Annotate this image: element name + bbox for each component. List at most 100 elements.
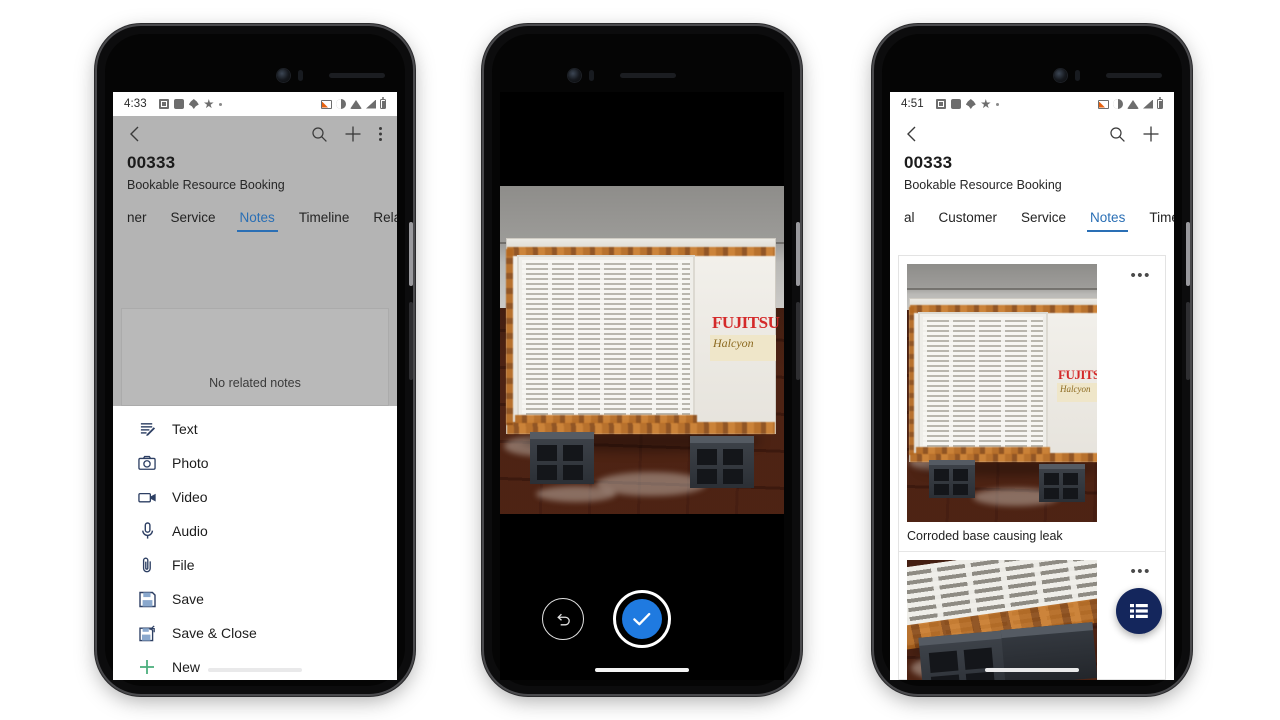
- action-item-label: Audio: [172, 523, 208, 539]
- search-button[interactable]: [1109, 126, 1126, 143]
- phone-left-screen: 4:33 00333 Bookable Resource Booking ner…: [113, 92, 397, 680]
- riser-hole: [930, 674, 961, 680]
- status-bar-right: 4:51: [890, 92, 1174, 116]
- wifi-icon: [350, 99, 362, 109]
- accept-photo-button[interactable]: [613, 590, 671, 648]
- riser-hole: [1063, 488, 1078, 499]
- action-item-video[interactable]: Video: [113, 480, 397, 514]
- tab-bar-left: ner Service Notes Timeline Related: [113, 198, 397, 232]
- action-item-label: Video: [172, 489, 208, 505]
- note-photo-thumbnail[interactable]: [907, 560, 1097, 680]
- action-item-label: New: [172, 659, 201, 675]
- search-button[interactable]: [311, 126, 328, 143]
- save-floppy-icon: [135, 591, 159, 608]
- action-item-audio[interactable]: Audio: [113, 514, 397, 548]
- gesture-nav-bar-right[interactable]: [985, 668, 1079, 672]
- volume-button[interactable]: [796, 302, 800, 380]
- app-header-left: 00333 Bookable Resource Booking: [113, 116, 397, 192]
- tab-timeline[interactable]: Timeline: [299, 210, 350, 232]
- note-photo-thumbnail[interactable]: FUJITSU Halcyon: [907, 264, 1097, 522]
- retake-button[interactable]: [542, 598, 584, 640]
- fujitsu-brand-label: FUJITSU: [712, 313, 780, 332]
- equipment-riser: [929, 460, 975, 498]
- leaf-icon: [188, 99, 199, 109]
- tab-bar-right: al Customer Service Notes Timeline: [890, 198, 1174, 232]
- add-button[interactable]: [344, 125, 362, 143]
- notes-list-fab[interactable]: [1116, 588, 1162, 634]
- power-button[interactable]: [1186, 222, 1190, 286]
- riser-hole: [697, 469, 717, 484]
- tab-general[interactable]: al: [904, 210, 915, 232]
- rust-left-edge: [506, 249, 513, 425]
- equipment-riser: [530, 432, 594, 484]
- ac-fan-grille: [918, 312, 1048, 452]
- riser-hole: [537, 465, 557, 480]
- riser-hole: [934, 484, 949, 495]
- phone-left-device: 4:33 00333 Bookable Resource Booking ner…: [97, 26, 413, 694]
- action-item-new[interactable]: New: [113, 650, 397, 680]
- gesture-nav-bar-center[interactable]: [595, 668, 689, 672]
- tab-service[interactable]: Service: [171, 210, 216, 232]
- ellipsis-icon[interactable]: •••: [1130, 564, 1151, 579]
- paperclip-icon: [135, 556, 159, 574]
- search-icon: [1110, 126, 1125, 142]
- do-not-disturb-icon: [1113, 99, 1123, 109]
- tab-related[interactable]: Related: [373, 210, 397, 232]
- action-item-save[interactable]: Save: [113, 582, 397, 616]
- tab-timeline[interactable]: Timeline: [1149, 210, 1174, 232]
- tab-notes[interactable]: Notes: [1087, 210, 1129, 232]
- power-button[interactable]: [409, 222, 413, 286]
- phone-right-screen: 4:51 00333 Bookable Resource Booking al …: [890, 92, 1174, 680]
- ellipsis-icon[interactable]: •••: [1130, 268, 1151, 283]
- halcyon-badge: Halcyon: [710, 335, 776, 361]
- ac-condenser-body: FUJITSU Halcyon: [506, 238, 780, 434]
- riser-hole: [1063, 473, 1078, 485]
- add-button[interactable]: [1142, 125, 1160, 143]
- riser-hole: [537, 445, 557, 461]
- save-and-close-icon: [135, 625, 159, 642]
- ac-fan-grille: [517, 255, 695, 421]
- riser-top: [1039, 464, 1085, 469]
- tab-notes[interactable]: Notes: [236, 210, 279, 232]
- power-button[interactable]: [796, 222, 800, 286]
- rust-left-edge: [909, 307, 914, 455]
- action-item-save-and-close[interactable]: Save & Close: [113, 616, 397, 650]
- earpiece-speaker: [1106, 73, 1162, 78]
- volume-button[interactable]: [409, 302, 413, 380]
- gesture-nav-bar-left[interactable]: [208, 668, 302, 672]
- fujitsu-brand-label: FUJITSU: [1058, 367, 1097, 382]
- rust-grille-bottom: [515, 415, 697, 423]
- action-item-label: Text: [172, 421, 198, 437]
- action-item-photo[interactable]: Photo: [113, 446, 397, 480]
- riser-hole: [723, 449, 743, 465]
- action-item-text[interactable]: Text: [113, 412, 397, 446]
- photo-wall-seam: [907, 288, 1097, 290]
- back-button[interactable]: [127, 125, 143, 143]
- notes-scroll-area[interactable]: ••• FUJITS Halcyon Corroded base causing…: [890, 255, 1174, 680]
- volume-button[interactable]: [1186, 302, 1190, 380]
- action-item-file[interactable]: File: [113, 548, 397, 582]
- equipment-riser: [918, 630, 1010, 680]
- riser-hole: [934, 469, 949, 481]
- front-camera-icon: [568, 69, 581, 82]
- entity-name: Bookable Resource Booking: [904, 178, 1062, 192]
- ac-unit-photo: FUJITSU Halcyon: [907, 264, 1097, 522]
- do-not-disturb-icon: [336, 99, 346, 109]
- undo-arrow-icon: [556, 613, 570, 625]
- wet-stain: [536, 486, 616, 502]
- overflow-menu-button[interactable]: [378, 125, 383, 143]
- overflow-menu-icon: [379, 127, 382, 141]
- tab-customer[interactable]: ner: [127, 210, 147, 232]
- tab-customer[interactable]: Customer: [939, 210, 998, 232]
- battery-icon: [1157, 97, 1163, 109]
- battery-icon: [380, 97, 386, 109]
- riser-hole: [563, 445, 583, 461]
- equipment-riser: [690, 436, 754, 488]
- back-button[interactable]: [904, 125, 920, 143]
- entity-name: Bookable Resource Booking: [127, 178, 285, 192]
- signal-icon: [366, 99, 376, 109]
- note-card[interactable]: •••: [899, 256, 1165, 552]
- tab-service[interactable]: Service: [1021, 210, 1066, 232]
- plus-icon: [1143, 126, 1159, 142]
- proximity-sensor-icon: [1075, 70, 1080, 81]
